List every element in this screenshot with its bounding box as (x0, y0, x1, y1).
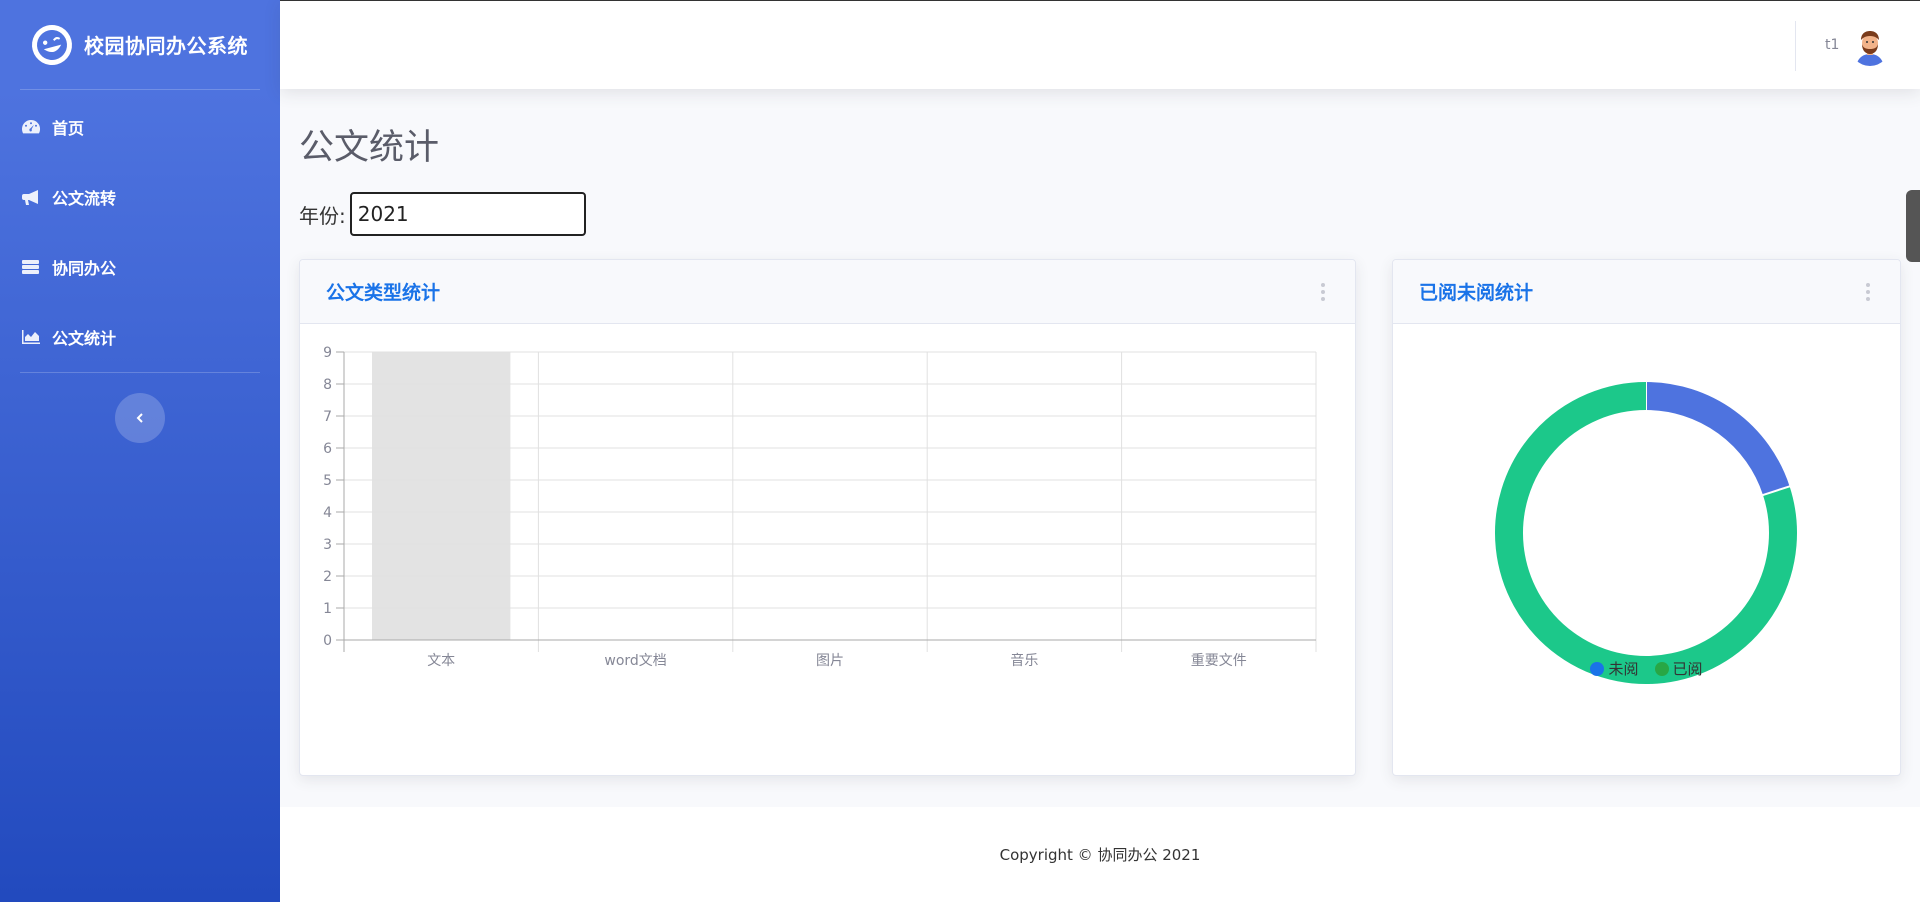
x-tick-label: word文档 (604, 653, 666, 669)
y-tick-label: 2 (323, 569, 332, 585)
x-tick-label: 文本 (427, 653, 455, 669)
sidebar-divider (20, 372, 260, 373)
main-content: 公文统计 年份: 公文类型统计 0 1 2 3 4 5 6 7 8 9 文本 word文档 图片 音乐 重要… (280, 89, 1920, 807)
year-label: 年份: (299, 203, 346, 228)
legend-item-read[interactable]: 已阅 (1654, 658, 1703, 679)
sidebar-divider (20, 89, 260, 90)
server-icon (22, 260, 39, 274)
y-tick-label: 8 (323, 377, 332, 393)
x-tick-label: 图片 (816, 653, 844, 669)
read-status-card: 已阅未阅统计 未阅 已阅 (1392, 259, 1901, 776)
legend-label: 已阅 (1672, 660, 1703, 678)
footer: Copyright © 协同办公 2021 (280, 807, 1920, 902)
chart-area-icon (22, 330, 40, 344)
y-tick-label: 7 (323, 409, 332, 425)
card-header: 公文类型统计 (300, 260, 1355, 324)
legend-swatch (1654, 661, 1669, 676)
hover-band (372, 352, 511, 640)
card-title: 公文类型统计 (326, 282, 441, 304)
card-title: 已阅未阅统计 (1419, 282, 1534, 304)
y-tick-label: 1 (323, 601, 332, 617)
laugh-wink-icon (27, 20, 77, 69)
y-tick-label: 5 (323, 473, 332, 489)
sidebar-item-label: 公文统计 (52, 329, 117, 348)
year-filter: 年份: (299, 192, 586, 236)
y-tick-label: 4 (323, 505, 332, 521)
y-tick-label: 3 (323, 537, 332, 553)
page-title: 公文统计 (299, 128, 440, 168)
y-tick-label: 6 (323, 441, 332, 457)
tachometer-icon (22, 119, 41, 134)
sidebar-item-document-flow[interactable]: 公文流转 (0, 162, 280, 232)
sidebar: 校园协同办公系统 首页 公文流转 协同办公 公文统计 (0, 0, 280, 902)
doughnut-chart (1495, 381, 1797, 684)
sidebar-item-home[interactable]: 首页 (0, 92, 280, 162)
sidebar-item-label: 首页 (52, 119, 85, 138)
chevron-left-icon (136, 413, 143, 423)
more-options-icon[interactable] (1862, 279, 1874, 305)
scrollbar-handle[interactable] (1906, 190, 1920, 262)
y-tick-label: 9 (323, 345, 332, 361)
x-tick-label: 音乐 (1010, 652, 1038, 669)
doughnut-slice[interactable] (1645, 382, 1790, 496)
document-type-card: 公文类型统计 0 1 2 3 4 5 6 7 8 9 文本 word文档 图片 音乐 重要文件 (299, 259, 1356, 776)
chart-legend: 未阅 已阅 (1393, 658, 1900, 679)
legend-item-unread[interactable]: 未阅 (1590, 658, 1639, 679)
x-tick-label: 重要文件 (1191, 653, 1247, 669)
user-name[interactable]: t1 (1825, 37, 1839, 53)
sidebar-item-statistics[interactable]: 公文统计 (0, 302, 280, 372)
legend-swatch (1590, 661, 1605, 676)
sidebar-toggle-button[interactable] (115, 393, 165, 443)
sidebar-item-label: 协同办公 (52, 259, 117, 278)
footer-copyright: Copyright © 协同办公 2021 (999, 846, 1201, 864)
topbar: t1 (280, 0, 1920, 89)
sidebar-item-collaboration[interactable]: 协同办公 (0, 232, 280, 302)
card-header: 已阅未阅统计 (1393, 260, 1900, 324)
bullhorn-icon (22, 190, 38, 205)
year-input[interactable] (349, 192, 586, 236)
brand-title: 校园协同办公系统 (84, 34, 248, 58)
more-options-icon[interactable] (1317, 279, 1329, 305)
brand[interactable]: 校园协同办公系统 (0, 0, 280, 89)
user-avatar-icon[interactable] (1850, 26, 1890, 66)
bar-chart: 0 1 2 3 4 5 6 7 8 9 文本 word文档 图片 音乐 重要文件 (323, 345, 1317, 669)
topbar-divider (1795, 21, 1796, 71)
legend-label: 未阅 (1608, 660, 1639, 678)
sidebar-item-label: 公文流转 (52, 189, 117, 208)
y-tick-label: 0 (323, 633, 332, 649)
